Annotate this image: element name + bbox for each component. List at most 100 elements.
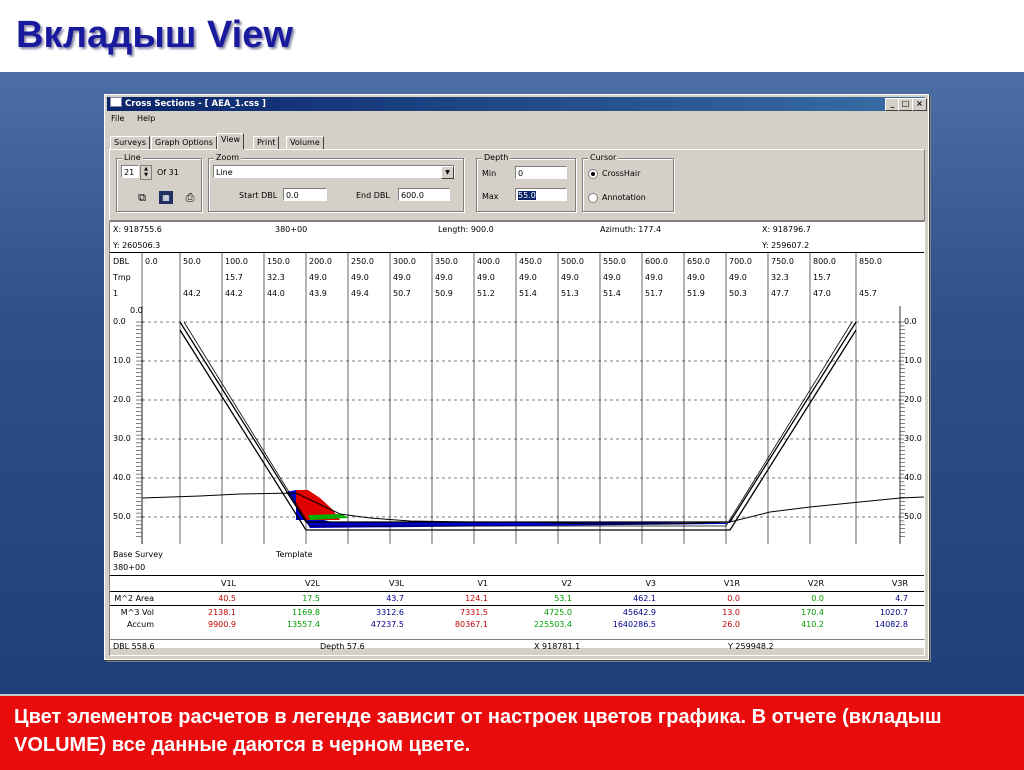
depth-tick-label: 40.0 [904, 473, 922, 482]
tab-graph-options[interactable]: Graph Options [151, 136, 217, 150]
legend-value: 2138.1 [208, 608, 236, 617]
legend-value: 1020.7 [880, 608, 908, 617]
window-title: Cross Sections - [ AEA_1.css ] [125, 99, 266, 109]
depth-min-label: Min [482, 169, 497, 178]
zoom-group: Zoom Line ▼ Start DBL 0.0 End DBL 600.0 [208, 153, 464, 212]
legend-value: 4.7 [895, 594, 908, 603]
line-group-label: Line [122, 153, 143, 162]
tab-volume[interactable]: Volume [286, 136, 324, 150]
zoom-mode-value: Line [216, 168, 233, 177]
export-icon[interactable]: ⎙ [183, 191, 197, 204]
depth-tick-label: 30.0 [113, 434, 131, 443]
depth-tick-label: 0.0 [904, 317, 917, 326]
depth-tick-label: 10.0 [904, 356, 922, 365]
legend-value: 3312.6 [376, 608, 404, 617]
chevron-down-icon[interactable]: ▼ [441, 166, 454, 179]
line-number-field[interactable]: 21 [121, 165, 139, 178]
line-group: Line 21 ▲ ▼ Of 31 ⧉ ▦ ⎙ [116, 153, 202, 212]
view-options-panel: Line 21 ▲ ▼ Of 31 ⧉ ▦ ⎙ Zoom Line ▼ Start… [109, 149, 925, 221]
slide-caption: Цвет элементов расчетов в легенде зависи… [14, 706, 942, 756]
legend-header: V2 [561, 579, 572, 588]
line-spinner[interactable]: ▲ ▼ [140, 165, 152, 180]
crosshair-radio[interactable] [588, 169, 598, 179]
depth-tick-label: 40.0 [113, 473, 131, 482]
legend-row-label: M^3 Vol [120, 608, 154, 617]
legend-header: V3R [891, 579, 908, 588]
legend-value: 80367.1 [454, 620, 488, 629]
legend-value: 40.5 [218, 594, 236, 603]
legend-value: 0.0 [811, 594, 824, 603]
legend-value: 1169.8 [292, 608, 320, 617]
depth-max-label: Max [482, 192, 499, 201]
legend-value: 225503.4 [533, 620, 572, 629]
station-label: 380+00 [113, 563, 146, 572]
depth-tick-label: 50.0 [904, 512, 922, 521]
annotation-radio[interactable] [588, 193, 598, 203]
app-icon [110, 97, 122, 107]
start-dbl-label: Start DBL [239, 191, 278, 200]
graph-icon[interactable]: ▦ [159, 191, 173, 204]
depth-tick-label: 20.0 [904, 395, 922, 404]
legend-value: 26.0 [722, 620, 740, 629]
legend-header: V3L [388, 579, 404, 588]
legend-row-divider [110, 605, 924, 606]
end-dbl-field[interactable]: 600.0 [398, 188, 450, 201]
start-dbl-field[interactable]: 0.0 [283, 188, 327, 201]
legend-row-divider [110, 591, 924, 592]
status-dbl: DBL 558.6 [113, 642, 155, 651]
legend-value: 9900.9 [208, 620, 236, 629]
line-count-label: Of 31 [157, 168, 179, 177]
depth-min-field[interactable]: 0 [515, 166, 567, 179]
legend-value: 17.5 [302, 594, 320, 603]
legend-value: 410.2 [801, 620, 824, 629]
status-x: X 918781.1 [534, 642, 581, 651]
cross-section-plot-area[interactable]: X: 918755.6 380+00 Length: 900.0 Azimuth… [109, 221, 925, 648]
legend-value: 4725.0 [544, 608, 572, 617]
legend-value: 170.4 [801, 608, 824, 617]
legend-value: 462.1 [633, 594, 656, 603]
depth-tick-label: 10.0 [113, 356, 131, 365]
menu-help[interactable]: Help [137, 114, 155, 123]
legend-row-label: M^2 Area [114, 594, 154, 603]
legend-value: 1640286.5 [612, 620, 656, 629]
annotation-label: Annotation [602, 193, 646, 202]
legend-divider [110, 575, 924, 576]
legend-value: 7331.5 [460, 608, 488, 617]
legend-value: 53.1 [554, 594, 572, 603]
legend-value: 13557.4 [286, 620, 320, 629]
depth-tick-label: 50.0 [113, 512, 131, 521]
zoom-mode-select[interactable]: Line ▼ [213, 165, 455, 179]
depth-tick-label: 30.0 [904, 434, 922, 443]
tab-view[interactable]: View [217, 133, 244, 150]
legend-value: 14082.8 [874, 620, 908, 629]
status-y: Y 259948.2 [728, 642, 774, 651]
close-button[interactable]: × [912, 98, 927, 111]
legend-row-label: Accum [127, 620, 154, 629]
cross-sections-window: Cross Sections - [ AEA_1.css ] _ □ × Fil… [104, 94, 929, 660]
depth-max-field[interactable]: 55.0 [515, 188, 567, 201]
legend-value: 45642.9 [622, 608, 656, 617]
menu-file[interactable]: File [111, 114, 124, 123]
menu-bar: File Help [111, 114, 165, 126]
legend-header: V1L [220, 579, 236, 588]
legend-header: V3 [645, 579, 656, 588]
window-titlebar[interactable]: Cross Sections - [ AEA_1.css ] _ □ × [107, 97, 927, 111]
end-dbl-label: End DBL [356, 191, 390, 200]
legend-header: V1R [723, 579, 740, 588]
legend-value: 0.0 [727, 594, 740, 603]
legend-value: 47237.5 [370, 620, 404, 629]
depth-tick-label: 20.0 [113, 395, 131, 404]
depth-tick-label: 0.0 [113, 317, 126, 326]
restore-button[interactable]: □ [898, 98, 913, 111]
legend-value: 13.0 [722, 608, 740, 617]
zoom-group-label: Zoom [214, 153, 242, 162]
template-label: Template [276, 550, 313, 559]
legend-value: 124.1 [465, 594, 488, 603]
template-line-inner [179, 329, 857, 531]
tab-surveys[interactable]: Surveys [110, 136, 150, 150]
base-survey-line [141, 492, 924, 525]
status-bar: DBL 558.6 Depth 57.6 X 918781.1 Y 259948… [109, 639, 925, 656]
copy-icon[interactable]: ⧉ [135, 191, 149, 204]
depth-group-label: Depth [482, 153, 511, 162]
tab-print[interactable]: Print [253, 136, 280, 150]
